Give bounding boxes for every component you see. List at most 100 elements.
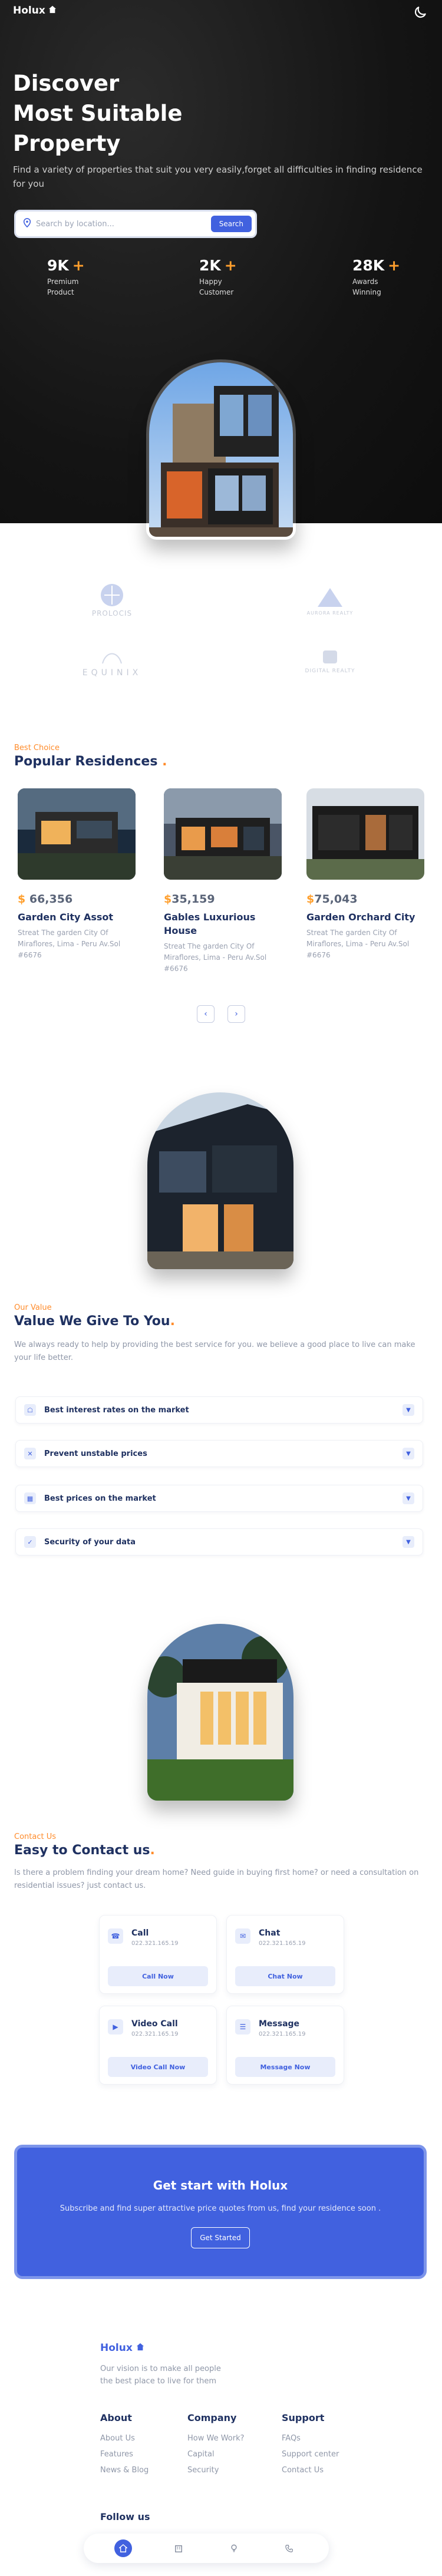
accordion-label: Prevent unstable prices xyxy=(44,1449,147,1458)
value-kicker: Our Value xyxy=(14,1303,52,1312)
moon-icon[interactable] xyxy=(413,5,428,20)
stat-plus: + xyxy=(388,257,401,274)
contact-card-video: ▶ Video Call 022.321.165.19 Video Call N… xyxy=(99,2006,217,2085)
footer-column-support: Support FAQs Support center Contact Us xyxy=(282,2412,370,2475)
footer-link[interactable]: About Us xyxy=(100,2434,183,2443)
company-name: EQUINIX xyxy=(82,668,142,678)
footer-link[interactable]: News & Blog xyxy=(100,2466,183,2475)
value-house-image xyxy=(147,1092,293,1269)
residence-card[interactable]: $ 66,356 Garden City Assot Streat The ga… xyxy=(18,788,136,961)
message-now-button[interactable]: Message Now xyxy=(235,2057,335,2077)
residence-card[interactable]: $75,043 Garden Orchard City Streat The g… xyxy=(306,788,424,961)
chevron-down-icon[interactable]: ▼ xyxy=(403,1536,414,1548)
residence-name: Garden Orchard City xyxy=(306,911,415,923)
footer-logo[interactable]: Holux xyxy=(100,2342,144,2354)
residences-title-text: Popular Residences xyxy=(14,754,158,769)
residence-price: 66,356 xyxy=(29,893,73,906)
close-icon: ✕ xyxy=(24,1448,36,1459)
footer-column-about: About About Us Features News & Blog xyxy=(100,2412,183,2475)
residence-name: Garden City Assot xyxy=(18,911,114,923)
footer-link[interactable]: FAQs xyxy=(282,2434,370,2443)
hero-house-image xyxy=(146,359,296,540)
stat-value: 2K xyxy=(199,257,221,274)
accordion-label: Security of your data xyxy=(44,1537,136,1547)
home-icon xyxy=(136,2342,144,2354)
logo[interactable]: Holux xyxy=(13,5,57,16)
contact-card-title: Message xyxy=(259,2019,300,2029)
residence-image xyxy=(306,788,424,880)
prev-button[interactable]: ‹ xyxy=(197,1005,215,1023)
stat-plus: + xyxy=(224,257,237,274)
footer-column-title: Support xyxy=(282,2412,325,2423)
stat-plus: + xyxy=(72,257,85,274)
accordion-item[interactable]: ☖ Best interest rates on the market ▼ xyxy=(15,1396,423,1424)
hero-description: Find a variety of properties that suit y… xyxy=(13,164,423,189)
value-title: Value We Give To You. xyxy=(14,1314,175,1329)
home-icon[interactable] xyxy=(114,2539,132,2557)
get-started-button[interactable]: Get Started xyxy=(191,2227,250,2248)
search-input[interactable] xyxy=(36,219,211,229)
price-currency: $ xyxy=(306,893,315,906)
chevron-down-icon[interactable]: ▼ xyxy=(403,1404,414,1416)
next-button[interactable]: › xyxy=(227,1005,245,1023)
residence-image xyxy=(18,788,136,880)
residences-kicker: Best Choice xyxy=(14,744,60,752)
check-icon: ✓ xyxy=(24,1536,36,1548)
title-dot: . xyxy=(170,1314,175,1329)
residence-name: Gables Luxurious House xyxy=(164,911,256,936)
company-logo: EQUINIX xyxy=(71,648,153,678)
hero-title-line: Property xyxy=(13,131,121,156)
footer-column-title: About xyxy=(100,2412,132,2423)
stat-value: 9K xyxy=(47,257,69,274)
video-icon: ▶ xyxy=(108,2019,123,2035)
contact-description: Is there a problem finding your dream ho… xyxy=(14,1868,419,1890)
title-dot: . xyxy=(162,754,167,769)
cta-title: Get start with Holux xyxy=(153,2178,288,2192)
company-name: AURORA REALTY xyxy=(306,610,354,616)
footer-link[interactable]: How We Work? xyxy=(187,2434,276,2443)
footer-link[interactable]: Capital xyxy=(187,2450,276,2459)
chevron-down-icon[interactable]: ▼ xyxy=(403,1448,414,1459)
cta-section: Get start with Holux Subscribe and find … xyxy=(14,2145,427,2279)
contact-card-call: ☎ Call 022.321.165.19 Call Now xyxy=(99,1915,217,1994)
footer-link[interactable]: Support center xyxy=(282,2450,370,2459)
contact-card-title: Call xyxy=(131,1928,149,1938)
stat-label: Premium Product xyxy=(47,278,79,296)
follow-title: Follow us xyxy=(100,2511,150,2522)
cta-description: Subscribe and find super attractive pric… xyxy=(60,2204,381,2213)
location-icon xyxy=(23,218,31,230)
chevron-down-icon[interactable]: ▼ xyxy=(403,1492,414,1504)
video-call-now-button[interactable]: Video Call Now xyxy=(108,2057,208,2077)
search-button[interactable]: Search xyxy=(210,216,252,232)
bulb-icon[interactable] xyxy=(225,2539,243,2557)
accordion-item[interactable]: ✓ Security of your data ▼ xyxy=(15,1528,423,1555)
stat-happy: 2K + Happy Customer xyxy=(199,257,305,298)
phone-icon[interactable] xyxy=(281,2539,298,2557)
company-logo: AURORA REALTY xyxy=(289,587,371,616)
footer-logo-text: Holux xyxy=(100,2342,133,2354)
contact-card-title: Chat xyxy=(259,1928,281,1938)
residence-card[interactable]: $35,159 Gables Luxurious House Streat Th… xyxy=(164,788,282,975)
residence-address: Streat The garden City Of Miraflores, Li… xyxy=(164,942,267,973)
footer-link[interactable]: Features xyxy=(100,2450,183,2459)
chevron-right-icon: › xyxy=(235,1009,238,1019)
accordion-label: Best interest rates on the market xyxy=(44,1405,189,1415)
residence-address: Streat The garden City Of Miraflores, Li… xyxy=(18,929,121,959)
value-title-text: Value We Give To You xyxy=(14,1314,170,1329)
footer-link[interactable]: Security xyxy=(187,2466,276,2475)
stat-label: Awards Winning xyxy=(352,278,381,296)
message-icon: ☰ xyxy=(235,2019,250,2035)
footer-link[interactable]: Contact Us xyxy=(282,2466,370,2475)
contact-card-chat: ✉ Chat 022.321.165.19 Chat Now xyxy=(226,1915,344,1994)
contact-card-message: ☰ Message 022.321.165.19 Message Now xyxy=(226,2006,344,2085)
residence-price: 75,043 xyxy=(314,893,358,906)
accordion-item[interactable]: ✕ Prevent unstable prices ▼ xyxy=(15,1440,423,1467)
chart-icon: ▦ xyxy=(24,1492,36,1504)
accordion-item[interactable]: ▦ Best prices on the market ▼ xyxy=(15,1485,423,1512)
contact-house-image xyxy=(147,1624,293,1801)
stat-premium: 9K + Premium Product xyxy=(47,257,153,298)
value-description: We always ready to help by providing the… xyxy=(14,1340,415,1362)
chat-now-button[interactable]: Chat Now xyxy=(235,1966,335,1986)
building-icon[interactable] xyxy=(170,2539,187,2557)
call-now-button[interactable]: Call Now xyxy=(108,1966,208,1986)
